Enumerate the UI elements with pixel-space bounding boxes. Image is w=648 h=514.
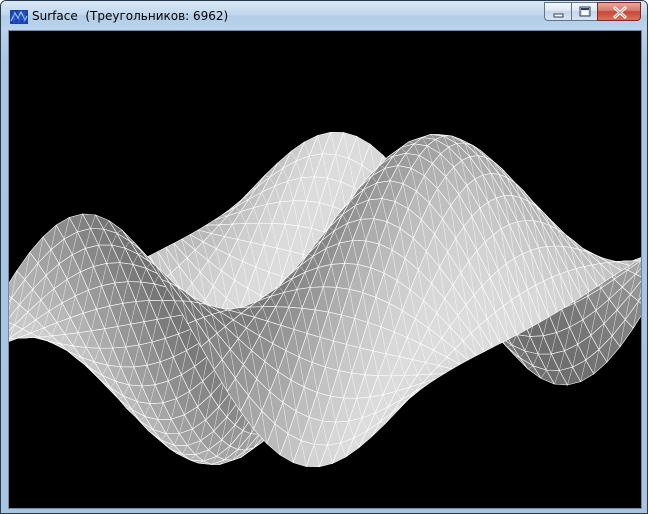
render-viewport[interactable] (8, 30, 642, 509)
maximize-button[interactable] (571, 2, 597, 21)
mesh-quad (9, 337, 18, 342)
minimize-button[interactable] (544, 2, 571, 21)
mesh-group (9, 131, 641, 468)
app-icon[interactable] (10, 10, 28, 24)
maximize-icon (579, 6, 591, 17)
title-bar[interactable]: Surface (Треугольников: 6962) (1, 1, 647, 31)
application-window: Surface (Треугольников: 6962) (0, 0, 648, 514)
close-button[interactable] (597, 2, 641, 21)
window-title: Surface (Треугольников: 6962) (32, 9, 229, 23)
close-icon (613, 6, 627, 19)
wireframe-surface[interactable] (9, 31, 641, 508)
caption-buttons (544, 2, 641, 22)
minimize-icon (553, 13, 564, 18)
